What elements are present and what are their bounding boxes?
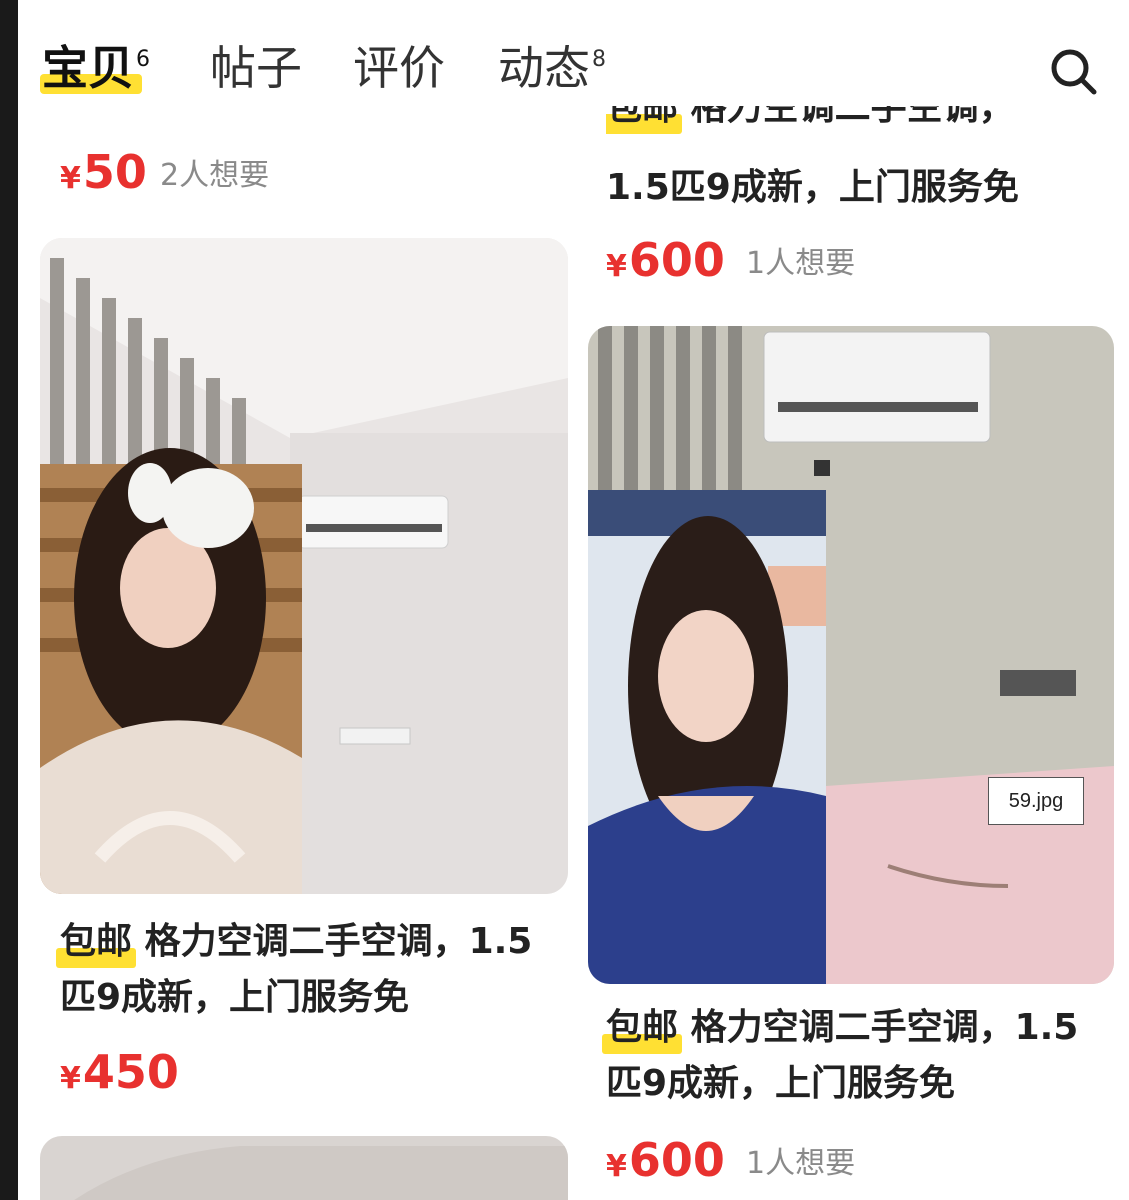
tab-items[interactable]: 宝贝6 bbox=[42, 38, 150, 98]
card-4-want: 1人想要 bbox=[746, 1146, 856, 1181]
card-4-title[interactable]: 包邮 格力空调二手空调，1.5匹9成新，上门服务免 bbox=[601, 1000, 1106, 1112]
card-1-want: 2人想要 bbox=[160, 158, 270, 193]
card-4-price: ¥600 bbox=[606, 1132, 725, 1195]
tab-posts[interactable]: 帖子 bbox=[210, 38, 302, 98]
tab-activity[interactable]: 动态8 bbox=[498, 38, 606, 98]
card-5-photo[interactable] bbox=[40, 1136, 568, 1200]
price-value: 450 bbox=[82, 1045, 179, 1099]
currency-symbol: ¥ bbox=[606, 249, 627, 284]
card-2-price: ¥600 bbox=[606, 232, 725, 295]
app-screen: 宝贝6 帖子 评价 动态8 ¥50 2人想要 包邮 格力空调二手空调， 1.5匹… bbox=[18, 0, 1129, 1200]
free-shipping-badge: 包邮 bbox=[601, 1000, 683, 1056]
tab-reviews[interactable]: 评价 bbox=[353, 38, 445, 98]
free-shipping-badge: 包邮 bbox=[606, 106, 683, 136]
product-photo-image bbox=[40, 238, 568, 894]
card-3-title[interactable]: 包邮 格力空调二手空调，1.5匹9成新，上门服务免 bbox=[55, 914, 560, 1026]
price-value: 600 bbox=[628, 233, 725, 287]
file-name-label: 59.jpg bbox=[988, 777, 1084, 825]
product-photo-image bbox=[588, 326, 1114, 984]
search-button[interactable] bbox=[1046, 44, 1102, 100]
currency-symbol: ¥ bbox=[606, 1149, 627, 1184]
tab-items-label: 宝贝 bbox=[42, 41, 134, 95]
card-2-want: 1人想要 bbox=[746, 246, 856, 281]
card-3-price: ¥450 bbox=[60, 1044, 179, 1107]
tab-posts-label: 帖子 bbox=[210, 41, 302, 95]
tab-activity-count: 8 bbox=[592, 47, 606, 72]
product-photo-image bbox=[40, 1136, 568, 1200]
tab-items-count: 6 bbox=[136, 47, 150, 72]
currency-symbol: ¥ bbox=[60, 1061, 81, 1096]
card-2-title-cut: 包邮 格力空调二手空调， bbox=[606, 106, 1106, 136]
tab-bar: 宝贝6 帖子 评价 动态8 bbox=[18, 0, 1129, 120]
card-2-title: 1.5匹9成新，上门服务免 bbox=[606, 167, 1019, 208]
card-2-title-line1: 格力空调二手空调， bbox=[690, 106, 1015, 128]
card-1-price: ¥50 bbox=[60, 144, 147, 207]
card-3-photo[interactable] bbox=[40, 238, 568, 894]
price-value: 600 bbox=[628, 1133, 725, 1187]
price-value: 50 bbox=[82, 145, 147, 199]
currency-symbol: ¥ bbox=[60, 161, 81, 196]
card-4-photo[interactable] bbox=[588, 326, 1114, 984]
tab-activity-label: 动态 bbox=[498, 41, 590, 95]
free-shipping-badge: 包邮 bbox=[55, 914, 137, 970]
search-icon bbox=[1051, 49, 1097, 95]
tab-reviews-label: 评价 bbox=[353, 41, 445, 95]
